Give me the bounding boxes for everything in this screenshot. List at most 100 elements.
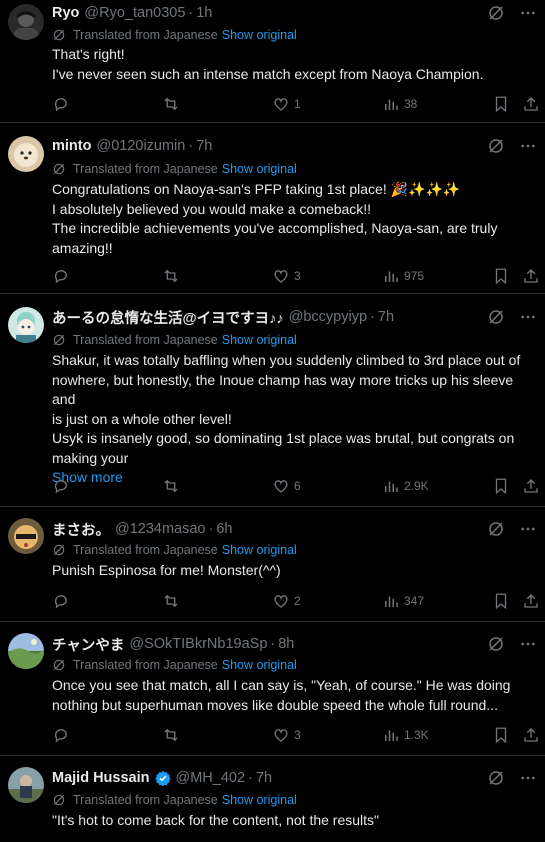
post[interactable]: Ryo @Ryo_tan0305 · 1h Translated from Ja… bbox=[0, 0, 545, 123]
translation-bar: Translated from Japanese Show original bbox=[52, 332, 297, 348]
like-button[interactable]: 2 bbox=[272, 591, 301, 611]
bookmark-button[interactable] bbox=[492, 266, 510, 286]
post-line: Congratulations on Naoya-san's PFP takin… bbox=[52, 181, 461, 197]
post[interactable]: Majid Hussain @MH_402 · 7h Translated fr… bbox=[0, 756, 545, 842]
show-original-link[interactable]: Show original bbox=[222, 658, 297, 672]
translation-bar: Translated from Japanese Show original bbox=[52, 27, 297, 43]
avatar[interactable] bbox=[8, 136, 44, 172]
more-icon[interactable] bbox=[519, 520, 537, 538]
reply-button[interactable] bbox=[52, 266, 74, 286]
post[interactable]: あーるの怠惰な生活@イヨですヨ♪♪ @bccypyiyp · 7h Transl… bbox=[0, 294, 545, 507]
more-icon[interactable] bbox=[519, 308, 537, 326]
separator-dot: · bbox=[188, 138, 194, 154]
post[interactable]: minto @0120izumin · 7h Translated from J… bbox=[0, 123, 545, 294]
view-count: 1.3K bbox=[404, 728, 429, 742]
like-button[interactable]: 3 bbox=[272, 266, 301, 286]
author-name[interactable]: まさお。 bbox=[52, 519, 110, 540]
author-handle[interactable]: @bccypyiyp bbox=[289, 309, 367, 325]
like-button[interactable]: 3 bbox=[272, 725, 301, 745]
show-original-link[interactable]: Show original bbox=[222, 162, 297, 176]
avatar[interactable] bbox=[8, 633, 44, 669]
grok-icon[interactable] bbox=[487, 769, 505, 787]
bookmark-button[interactable] bbox=[492, 725, 510, 745]
show-original-link[interactable]: Show original bbox=[222, 793, 297, 807]
more-icon[interactable] bbox=[519, 635, 537, 653]
views-icon bbox=[385, 271, 398, 282]
repost-button[interactable] bbox=[162, 725, 180, 745]
repost-icon bbox=[164, 479, 178, 493]
show-original-link[interactable]: Show original bbox=[222, 333, 297, 347]
repost-button[interactable] bbox=[162, 476, 180, 496]
reply-icon bbox=[54, 270, 67, 284]
post-time[interactable]: 7h bbox=[378, 309, 394, 325]
translation-bar: Translated from Japanese Show original bbox=[52, 792, 297, 808]
reply-button[interactable] bbox=[52, 94, 74, 114]
more-icon[interactable] bbox=[519, 4, 537, 22]
share-button[interactable] bbox=[522, 94, 540, 114]
author-handle[interactable]: @MH_402 bbox=[176, 770, 246, 786]
translate-icon bbox=[53, 544, 65, 556]
avatar[interactable] bbox=[8, 518, 44, 554]
post[interactable]: まさお。 @1234masao · 6h Translated from Jap… bbox=[0, 507, 545, 622]
author-name[interactable]: Ryo bbox=[52, 5, 79, 21]
post-time[interactable]: 6h bbox=[216, 521, 232, 537]
author-name[interactable]: minto bbox=[52, 138, 91, 154]
views-button[interactable]: 2.9K bbox=[382, 476, 429, 496]
like-button[interactable]: 1 bbox=[272, 94, 301, 114]
repost-button[interactable] bbox=[162, 94, 180, 114]
post-time[interactable]: 8h bbox=[278, 636, 294, 652]
author-handle[interactable]: @Ryo_tan0305 bbox=[84, 5, 185, 21]
grok-icon[interactable] bbox=[487, 520, 505, 538]
more-icon[interactable] bbox=[519, 769, 537, 787]
author-name[interactable]: チャンやま bbox=[52, 634, 124, 655]
reply-icon bbox=[54, 595, 67, 609]
grok-icon[interactable] bbox=[487, 137, 505, 155]
separator-dot: · bbox=[188, 5, 194, 21]
author-handle[interactable]: @1234masao bbox=[115, 521, 206, 537]
post-line: nowhere, but honestly, the Inoue champ h… bbox=[52, 371, 518, 408]
share-button[interactable] bbox=[522, 591, 540, 611]
post-time[interactable]: 1h bbox=[196, 5, 212, 21]
author-name[interactable]: あーるの怠惰な生活@イヨですヨ♪♪ bbox=[52, 307, 284, 328]
avatar[interactable] bbox=[8, 767, 44, 803]
repost-button[interactable] bbox=[162, 266, 180, 286]
show-original-link[interactable]: Show original bbox=[222, 543, 297, 557]
more-icon[interactable] bbox=[519, 137, 537, 155]
avatar[interactable] bbox=[8, 4, 44, 40]
author-handle[interactable]: @0120izumin bbox=[96, 138, 185, 154]
heart-icon bbox=[274, 98, 288, 111]
bookmark-icon bbox=[495, 593, 507, 610]
reply-button[interactable] bbox=[52, 591, 74, 611]
share-button[interactable] bbox=[522, 725, 540, 745]
bookmark-button[interactable] bbox=[492, 94, 510, 114]
share-button[interactable] bbox=[522, 266, 540, 286]
bookmark-icon bbox=[495, 268, 507, 285]
post-time[interactable]: 7h bbox=[256, 770, 272, 786]
avatar[interactable] bbox=[8, 307, 44, 343]
share-button[interactable] bbox=[522, 476, 540, 496]
reply-button[interactable] bbox=[52, 725, 74, 745]
repost-button[interactable] bbox=[162, 591, 180, 611]
bookmark-icon bbox=[495, 96, 507, 113]
separator-dot: · bbox=[370, 309, 375, 325]
author-handle[interactable]: @SOkTIBkrNb19aSp bbox=[129, 636, 267, 652]
author-name[interactable]: Majid Hussain bbox=[52, 770, 150, 786]
views-button[interactable]: 347 bbox=[382, 591, 424, 611]
like-count: 3 bbox=[294, 269, 301, 283]
views-button[interactable]: 1.3K bbox=[382, 725, 429, 745]
grok-icon[interactable] bbox=[487, 635, 505, 653]
post[interactable]: チャンやま @SOkTIBkrNb19aSp · 8h Translated f… bbox=[0, 622, 545, 756]
like-count: 6 bbox=[294, 479, 301, 493]
post-time[interactable]: 7h bbox=[196, 138, 212, 154]
reply-button[interactable] bbox=[52, 476, 74, 496]
grok-icon[interactable] bbox=[487, 4, 505, 22]
like-button[interactable]: 6 bbox=[272, 476, 301, 496]
reply-icon bbox=[54, 480, 67, 494]
grok-icon[interactable] bbox=[487, 308, 505, 326]
bookmark-button[interactable] bbox=[492, 476, 510, 496]
translate-icon bbox=[53, 163, 65, 175]
views-button[interactable]: 38 bbox=[382, 94, 417, 114]
bookmark-button[interactable] bbox=[492, 591, 510, 611]
views-button[interactable]: 975 bbox=[382, 266, 424, 286]
show-original-link[interactable]: Show original bbox=[222, 28, 297, 42]
